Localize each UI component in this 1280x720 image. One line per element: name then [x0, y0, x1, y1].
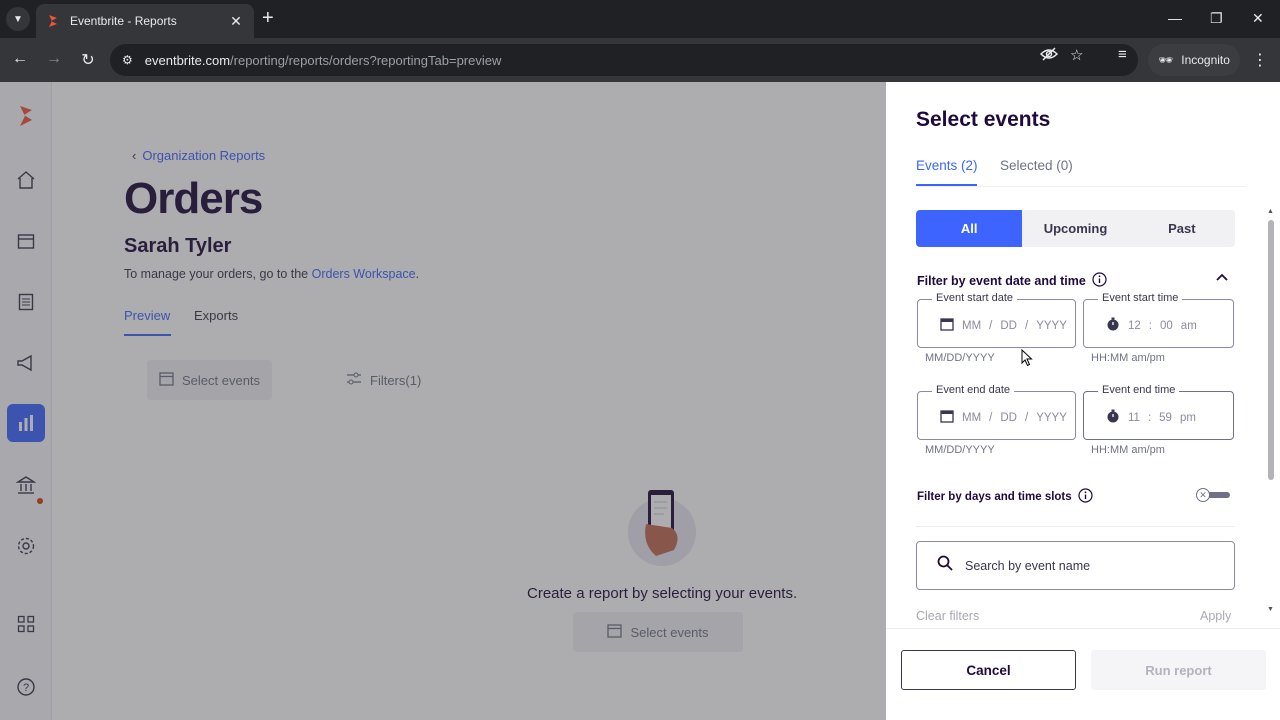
month-segment: MM: [962, 319, 982, 332]
browser-tab-bar: ▼ Eventbrite - Reports ✕ + — ❐ ✕: [0, 0, 1280, 38]
search-input[interactable]: [965, 558, 1215, 573]
calendar-icon: [940, 317, 954, 334]
run-report-button[interactable]: Run report: [1091, 650, 1266, 690]
stopwatch-icon: [1106, 409, 1120, 426]
days-filter-heading: Filter by days and time slots: [917, 488, 1093, 506]
days-time-slots-toggle[interactable]: ✕: [1196, 488, 1230, 502]
incognito-badge[interactable]: 🕶 Incognito: [1148, 44, 1240, 76]
minute-segment: 00: [1160, 319, 1173, 332]
scroll-up-icon[interactable]: ▲: [1267, 208, 1274, 215]
clear-filters-link[interactable]: Clear filters: [916, 609, 979, 623]
day-segment: DD: [1000, 411, 1017, 424]
year-segment: YYYY: [1036, 411, 1067, 424]
address-bar[interactable]: ⚙ eventbrite.com/reporting/reports/order…: [110, 44, 1138, 76]
drawer-scrollbar[interactable]: ▲ ▼: [1267, 208, 1275, 618]
field-legend: Event end time: [1098, 384, 1180, 396]
hour-segment: 11: [1128, 411, 1140, 424]
year-segment: YYYY: [1036, 319, 1067, 332]
segment-all[interactable]: All: [916, 210, 1023, 247]
time-format-hint: HH:MM am/pm: [1091, 352, 1165, 364]
footer-divider: [886, 628, 1280, 629]
event-search-box[interactable]: [916, 541, 1235, 590]
event-end-time-field[interactable]: Event end time 11: 59 pm: [1083, 384, 1234, 440]
segment-past[interactable]: Past: [1129, 210, 1235, 247]
drawer-title: Select events: [916, 108, 1051, 131]
info-icon[interactable]: [1092, 272, 1107, 290]
time-segment-control: All Upcoming Past: [916, 210, 1235, 247]
toggle-off-icon: ✕: [1196, 488, 1210, 502]
eventbrite-favicon-icon: [46, 14, 60, 28]
tab-events[interactable]: Events (2): [916, 158, 978, 173]
tab-close-icon[interactable]: ✕: [228, 13, 244, 30]
info-icon[interactable]: [1078, 488, 1093, 506]
scrollbar-thumb[interactable]: [1268, 220, 1274, 480]
hour-segment: 12: [1128, 319, 1141, 332]
active-tab-underline: [916, 184, 977, 186]
date-format-hint: MM/DD/YYYY: [925, 352, 995, 364]
time-format-hint: HH:MM am/pm: [1091, 444, 1165, 456]
maximize-icon[interactable]: ❐: [1210, 10, 1223, 27]
new-tab-icon[interactable]: +: [262, 8, 274, 28]
media-controls-icon[interactable]: ≡: [1118, 46, 1127, 63]
select-events-drawer: Select events Events (2) Selected (0) Al…: [886, 82, 1280, 720]
reload-icon[interactable]: ↻: [78, 50, 98, 70]
back-icon[interactable]: ←: [10, 50, 30, 68]
apply-link[interactable]: Apply: [1200, 609, 1231, 623]
url-text: eventbrite.com/reporting/reports/orders?…: [144, 52, 502, 68]
close-window-icon[interactable]: ✕: [1252, 10, 1264, 27]
tab-title: Eventbrite - Reports: [70, 14, 177, 28]
minute-segment: 59: [1159, 411, 1172, 424]
browser-tab[interactable]: Eventbrite - Reports ✕: [36, 4, 254, 38]
mouse-pointer-icon: [1021, 348, 1033, 372]
field-legend: Event start date: [932, 292, 1018, 304]
minimize-icon[interactable]: —: [1168, 10, 1182, 26]
cancel-button[interactable]: Cancel: [901, 650, 1076, 690]
field-legend: Event start time: [1098, 292, 1183, 304]
search-icon: [937, 555, 953, 576]
forward-icon[interactable]: →: [44, 50, 64, 68]
page: ? ‹ Organization Reports Orders Sarah Tyl…: [0, 82, 1280, 720]
ampm-segment: am: [1180, 319, 1197, 332]
date-format-hint: MM/DD/YYYY: [925, 444, 995, 456]
eye-off-icon[interactable]: [1039, 46, 1059, 66]
divider: [916, 526, 1235, 527]
event-start-date-field[interactable]: Event start date MM / DD / YYYY: [917, 292, 1076, 348]
date-filter-heading[interactable]: Filter by event date and time: [917, 272, 1107, 290]
tab-selected[interactable]: Selected (0): [1000, 158, 1073, 173]
tab-search-icon[interactable]: ▼: [6, 7, 30, 31]
bookmark-star-icon[interactable]: ☆: [1070, 46, 1083, 64]
scroll-down-icon[interactable]: ▼: [1267, 606, 1274, 613]
day-segment: DD: [1000, 319, 1017, 332]
event-end-date-field[interactable]: Event end date MM / DD / YYYY: [917, 384, 1076, 440]
calendar-icon: [940, 409, 954, 426]
modal-backdrop[interactable]: [0, 82, 886, 720]
stopwatch-icon: [1106, 317, 1120, 334]
site-info-icon[interactable]: ⚙: [122, 53, 133, 67]
segment-upcoming[interactable]: Upcoming: [1022, 210, 1128, 247]
chevron-up-icon[interactable]: [1216, 270, 1228, 284]
month-segment: MM: [962, 411, 982, 424]
incognito-icon: 🕶: [1158, 53, 1174, 67]
field-legend: Event end date: [932, 384, 1015, 396]
event-start-time-field[interactable]: Event start time 12: 00 am: [1083, 292, 1234, 348]
browser-menu-icon[interactable]: ⋮: [1252, 50, 1268, 70]
tab-divider: [916, 186, 1246, 187]
browser-toolbar: ← → ↻ ⚙ eventbrite.com/reporting/reports…: [0, 38, 1280, 82]
ampm-segment: pm: [1179, 411, 1196, 424]
